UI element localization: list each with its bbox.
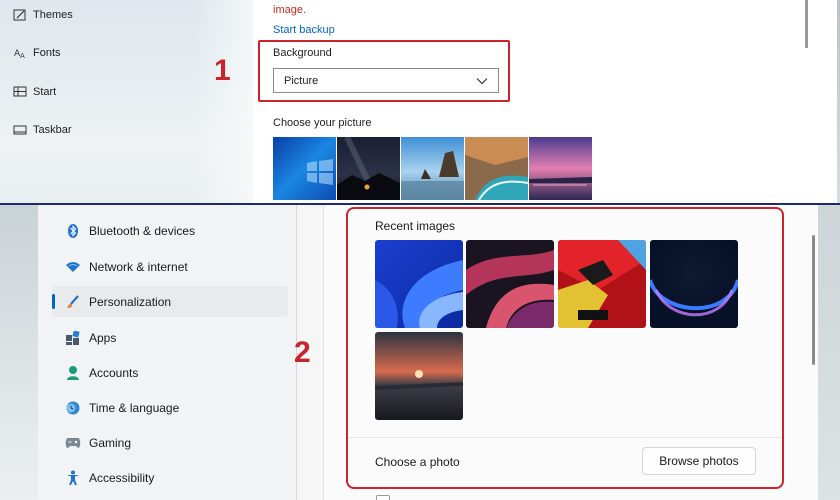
- w11-nav-apps[interactable]: Apps: [52, 322, 288, 353]
- w10-nav-label: Taskbar: [33, 124, 72, 136]
- bluetooth-icon: [62, 223, 84, 239]
- w11-nav-network[interactable]: Network & internet: [52, 251, 288, 282]
- w11-desktop-edge: [0, 205, 38, 500]
- windows11-background-settings: Bluetooth & devices Network & internet P…: [0, 205, 840, 500]
- accessibility-icon: [62, 470, 84, 486]
- w10-sidebar: Themes AA Fonts Start Taskbar: [0, 0, 253, 203]
- annotation-number-2: 2: [294, 336, 311, 369]
- start-backup-link[interactable]: Start backup: [273, 24, 335, 36]
- w10-nav-label: Start: [33, 86, 57, 98]
- picture-thumb-pink-sunset[interactable]: [529, 137, 592, 200]
- themes-icon: [0, 8, 32, 22]
- w11-nav-label: Apps: [89, 330, 117, 345]
- gamepad-icon: [62, 437, 84, 449]
- fonts-icon: AA: [0, 46, 32, 60]
- w11-nav-personalization[interactable]: Personalization: [52, 286, 288, 317]
- w10-scrollbar[interactable]: [805, 0, 840, 203]
- w10-nav-label: Fonts: [33, 47, 61, 59]
- w11-nav-label: Accounts: [89, 365, 139, 380]
- w10-warning-text: image.: [273, 4, 307, 16]
- checkbox-partial[interactable]: [376, 495, 390, 500]
- w10-nav-label: Themes: [33, 9, 73, 21]
- picture-thumb-night-sky[interactable]: [337, 135, 400, 202]
- w11-scrollbar[interactable]: [810, 205, 816, 500]
- wifi-icon: [62, 260, 84, 274]
- picture-thumb-beach-rocks[interactable]: [401, 137, 464, 200]
- picture-thumb-coastal-cove[interactable]: [465, 137, 529, 201]
- screenshot-composite: Themes AA Fonts Start Taskbar image. Sta…: [0, 0, 840, 500]
- person-icon: [62, 365, 84, 381]
- w11-desktop-edge-right: [818, 205, 840, 500]
- windows10-background-settings: Themes AA Fonts Start Taskbar image. Sta…: [0, 0, 840, 203]
- w11-nav-label: Accessibility: [89, 470, 155, 485]
- w11-nav-label: Personalization: [89, 294, 172, 309]
- svg-text:A: A: [20, 52, 25, 60]
- taskbar-icon: [0, 123, 32, 137]
- active-indicator: [52, 294, 55, 309]
- globe-clock-icon: [62, 400, 84, 416]
- annotation-number-1: 1: [214, 54, 231, 87]
- w11-nav-label: Network & internet: [89, 259, 188, 274]
- apps-icon: [62, 330, 84, 345]
- picture-thumb-windows[interactable]: [273, 137, 336, 200]
- annotation-box-1: [258, 40, 510, 102]
- w11-nav-bluetooth[interactable]: Bluetooth & devices: [52, 215, 288, 246]
- start-icon: [0, 85, 32, 99]
- w11-nav-label: Bluetooth & devices: [89, 223, 196, 238]
- w11-nav-label: Time & language: [89, 400, 180, 415]
- brush-icon: [62, 294, 84, 310]
- w11-nav-time-language[interactable]: Time & language: [52, 392, 288, 423]
- w11-nav-accessibility[interactable]: Accessibility: [52, 462, 288, 493]
- w10-nav-themes[interactable]: Themes: [0, 0, 253, 30]
- w10-nav-taskbar[interactable]: Taskbar: [0, 115, 253, 145]
- annotation-box-2: [346, 207, 784, 489]
- w11-nav-gaming[interactable]: Gaming: [52, 427, 288, 458]
- w11-nav-accounts[interactable]: Accounts: [52, 357, 288, 388]
- w11-nav-label: Gaming: [89, 435, 132, 450]
- choose-picture-label: Choose your picture: [273, 117, 372, 129]
